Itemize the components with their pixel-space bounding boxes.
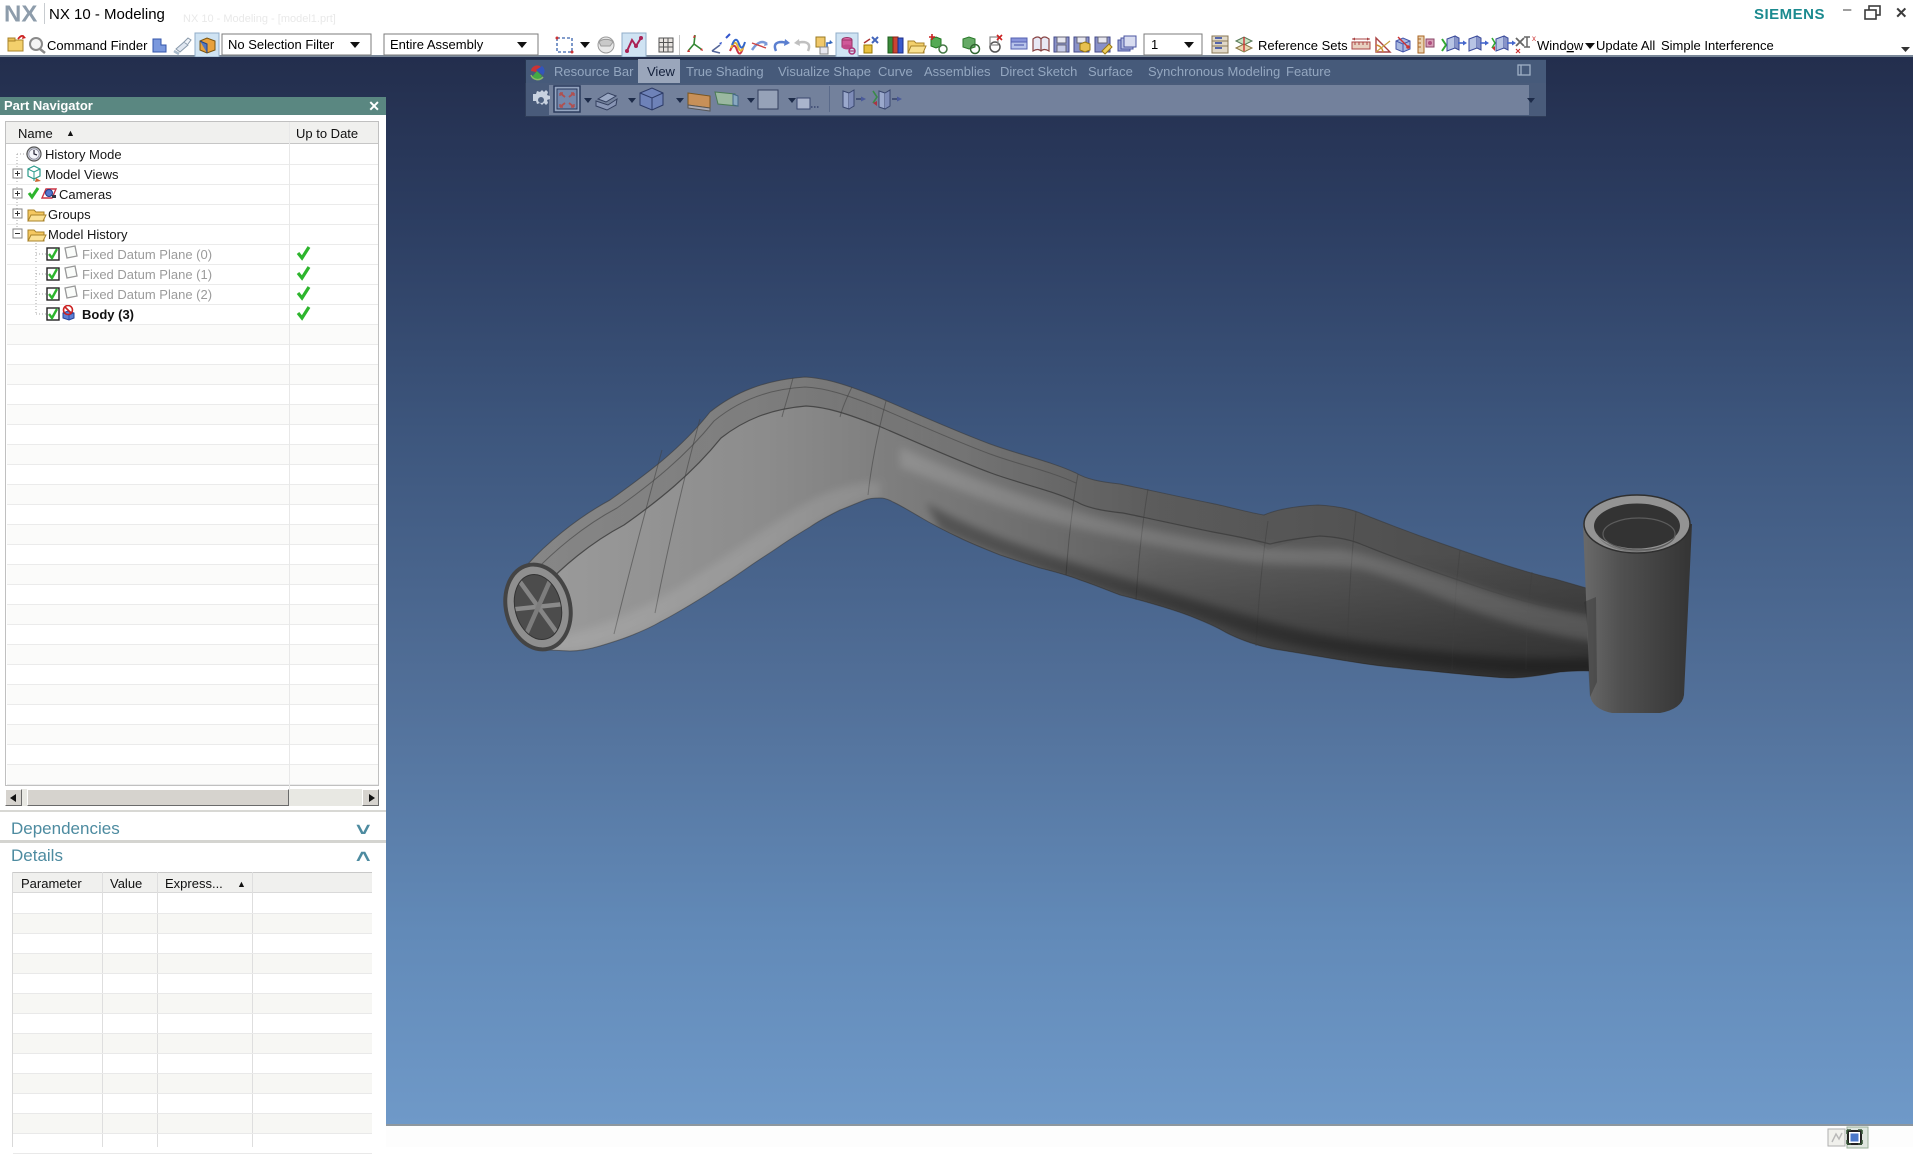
svg-text:Visualize Shape: Visualize Shape	[778, 64, 871, 79]
svg-text:View: View	[647, 64, 676, 79]
svg-text:No Selection Filter: No Selection Filter	[228, 37, 335, 52]
svg-text:Model Views: Model Views	[45, 167, 119, 182]
svg-text:True Shading: True Shading	[686, 64, 764, 79]
svg-text:Entire Assembly: Entire Assembly	[390, 37, 484, 52]
svg-text:x: x	[1532, 34, 1536, 43]
svg-text:Feature: Feature	[1286, 64, 1331, 79]
svg-text:Simple Interference: Simple Interference	[1661, 38, 1774, 53]
svg-text:Curve: Curve	[878, 64, 913, 79]
svg-text:Surface: Surface	[1088, 64, 1133, 79]
svg-text:Synchronous Modeling: Synchronous Modeling	[1148, 64, 1280, 79]
svg-text:Model History: Model History	[48, 227, 128, 242]
svg-text:Body (3): Body (3)	[82, 307, 134, 322]
svg-text:Direct Sketch: Direct Sketch	[1000, 64, 1077, 79]
svg-text:Command Finder: Command Finder	[47, 38, 148, 53]
svg-text:Fixed Datum Plane (1): Fixed Datum Plane (1)	[82, 267, 212, 282]
svg-text:Reference Sets: Reference Sets	[1258, 38, 1348, 53]
svg-text:Window: Window	[1537, 38, 1584, 53]
svg-text:Fixed Datum Plane (0): Fixed Datum Plane (0)	[82, 247, 212, 262]
svg-text:Cameras: Cameras	[59, 187, 112, 202]
svg-text:Resource Bar: Resource Bar	[554, 64, 634, 79]
svg-text:Fixed Datum Plane (2): Fixed Datum Plane (2)	[82, 287, 212, 302]
svg-text:Update All: Update All	[1596, 38, 1655, 53]
svg-text:History Mode: History Mode	[45, 147, 122, 162]
svg-text:Assemblies: Assemblies	[924, 64, 991, 79]
svg-text:Groups: Groups	[48, 207, 91, 222]
svg-text:1: 1	[1151, 37, 1158, 52]
